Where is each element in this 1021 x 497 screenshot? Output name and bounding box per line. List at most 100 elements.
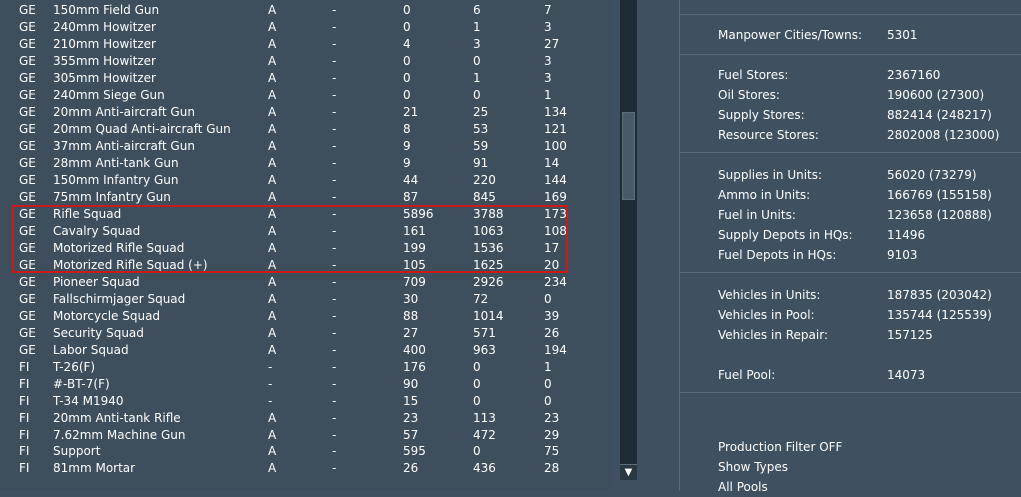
- nation-cell: GE: [19, 240, 36, 255]
- dash-cell: -: [332, 325, 337, 340]
- count-cell-1: 8: [403, 121, 411, 136]
- nation-cell: GE: [19, 87, 36, 102]
- vehicles-in-pool-label: Vehicles in Pool:: [718, 308, 815, 322]
- status-cell: A: [268, 138, 277, 153]
- table-row[interactable]: GE 305mm Howitzer A - 0 1 3: [0, 70, 612, 87]
- dash-cell: -: [332, 172, 337, 187]
- table-row[interactable]: GE Fallschirmjager Squad A - 30 72 0: [0, 291, 612, 308]
- count-cell-2: 3788: [473, 206, 504, 221]
- table-row[interactable]: GE 20mm Anti-aircraft Gun A - 21 25 134: [0, 104, 612, 121]
- count-cell-1: 9: [403, 138, 411, 153]
- table-row[interactable]: GE 210mm Howitzer A - 4 3 27: [0, 36, 612, 53]
- table-row[interactable]: GE 240mm Howitzer A - 0 1 3: [0, 19, 612, 36]
- table-row[interactable]: GE 150mm Infantry Gun A - 44 220 144: [0, 172, 612, 189]
- table-row[interactable]: GE 37mm Anti-aircraft Gun A - 9 59 100: [0, 138, 612, 155]
- status-cell: A: [268, 410, 277, 425]
- count-cell-2: 1014: [473, 308, 504, 323]
- table-row[interactable]: GE 75mm Infantry Gun A - 87 845 169: [0, 189, 612, 206]
- count-cell-3: 3: [544, 53, 552, 68]
- table-row[interactable]: GE 20mm Quad Anti-aircraft Gun A - 8 53 121: [0, 121, 612, 138]
- count-cell-3: 75: [544, 444, 560, 459]
- count-cell-2: 0: [473, 359, 481, 374]
- name-cell: Pioneer Squad: [53, 274, 140, 289]
- name-cell: 20mm Quad Anti-aircraft Gun: [53, 121, 231, 136]
- table-row[interactable]: FI 81mm Mortar A - 26 436 28: [0, 460, 612, 477]
- count-cell-3: 0: [544, 376, 552, 391]
- table-row[interactable]: FI T-26(F) - - 176 0 1: [0, 359, 612, 376]
- count-cell-2: 1625: [473, 257, 504, 272]
- nation-cell: FI: [19, 444, 30, 459]
- table-row[interactable]: GE 28mm Anti-tank Gun A - 9 91 14: [0, 155, 612, 172]
- table-row[interactable]: GE 150mm Field Gun A - 0 6 7: [0, 2, 612, 19]
- status-cell: A: [268, 87, 277, 102]
- nation-cell: GE: [19, 308, 36, 323]
- status-cell: A: [268, 3, 277, 17]
- table-row[interactable]: GE Motorized Rifle Squad (+) A - 105 1625 20: [0, 257, 612, 274]
- count-cell-2: 25: [473, 104, 489, 119]
- show-types-toggle[interactable]: Show Types: [718, 457, 788, 477]
- table-row[interactable]: FI Support A - 595 0 75: [0, 443, 612, 460]
- dash-cell: -: [332, 223, 337, 238]
- manpower-section: Manpower Cities/Towns: 5301: [680, 14, 1021, 55]
- resource-stores-value: 2802008 (123000): [887, 128, 1000, 142]
- name-cell: Cavalry Squad: [53, 223, 141, 238]
- table-row[interactable]: GE Motorized Rifle Squad A - 199 1536 17: [0, 240, 612, 257]
- count-cell-1: 88: [403, 308, 419, 323]
- count-cell-1: 0: [403, 87, 411, 102]
- status-cell: A: [268, 104, 277, 119]
- count-cell-1: 0: [403, 3, 411, 17]
- name-cell: Motorized Rifle Squad: [53, 240, 185, 255]
- table-row[interactable]: GE Rifle Squad A - 5896 3788 173: [0, 206, 612, 223]
- scroll-down-arrow-icon[interactable]: ▼: [620, 464, 637, 480]
- table-row[interactable]: GE Pioneer Squad A - 709 2926 234: [0, 274, 612, 291]
- scrollbar-thumb[interactable]: [622, 112, 635, 200]
- name-cell: 81mm Mortar: [53, 461, 136, 476]
- name-cell: 240mm Siege Gun: [53, 87, 165, 102]
- supply-stores-label: Supply Stores:: [718, 108, 805, 122]
- dash-cell: -: [332, 444, 337, 459]
- count-cell-1: 199: [403, 240, 426, 255]
- table-row[interactable]: GE Motorcycle Squad A - 88 1014 39: [0, 308, 612, 325]
- count-cell-1: 4: [403, 36, 411, 51]
- production-filter-toggle[interactable]: Production Filter OFF: [718, 437, 842, 457]
- name-cell: T-26(F): [53, 359, 96, 374]
- nation-cell: GE: [19, 325, 36, 340]
- table-row[interactable]: GE Security Squad A - 27 571 26: [0, 325, 612, 342]
- name-cell: 355mm Howitzer: [53, 53, 156, 68]
- name-cell: Security Squad: [53, 325, 144, 340]
- dash-cell: -: [332, 410, 337, 425]
- vehicles-in-pool-value: 135744 (125539): [887, 308, 992, 322]
- status-cell: -: [268, 393, 273, 408]
- vertical-scrollbar[interactable]: ▼: [620, 0, 637, 480]
- table-row[interactable]: FI 20mm Anti-tank Rifle A - 23 113 23: [0, 410, 612, 427]
- fuel-in-units-label: Fuel in Units:: [718, 208, 796, 222]
- status-cell: A: [268, 342, 277, 357]
- count-cell-1: 44: [403, 172, 419, 187]
- table-row[interactable]: GE 240mm Siege Gun A - 0 0 1: [0, 87, 612, 104]
- count-cell-2: 963: [473, 342, 496, 357]
- table-row[interactable]: FI #-BT-7(F) - - 90 0 0: [0, 376, 612, 393]
- table-row[interactable]: GE Labor Squad A - 400 963 194: [0, 342, 612, 359]
- table-row[interactable]: GE Cavalry Squad A - 161 1063 108: [0, 223, 612, 240]
- supplies-in-units-value: 56020 (73279): [887, 168, 977, 182]
- dash-cell: -: [332, 206, 337, 221]
- status-cell: A: [268, 121, 277, 136]
- table-row[interactable]: GE 355mm Howitzer A - 0 0 3: [0, 53, 612, 70]
- count-cell-3: 134: [544, 104, 567, 119]
- table-row[interactable]: FI 7.62mm Machine Gun A - 57 472 29: [0, 427, 612, 444]
- dash-cell: -: [332, 104, 337, 119]
- table-row[interactable]: FI T-34 M1940 - - 15 0 0: [0, 393, 612, 410]
- nation-cell: GE: [19, 104, 36, 119]
- dash-cell: -: [332, 393, 337, 408]
- dash-cell: -: [332, 155, 337, 170]
- ammo-in-units-value: 166769 (155158): [887, 188, 992, 202]
- resource-stores-label: Resource Stores:: [718, 128, 819, 142]
- name-cell: 305mm Howitzer: [53, 70, 156, 85]
- dash-cell: -: [332, 342, 337, 357]
- all-pools-toggle[interactable]: All Pools: [718, 477, 768, 497]
- count-cell-2: 53: [473, 121, 489, 136]
- dash-cell: -: [332, 461, 337, 476]
- count-cell-2: 0: [473, 393, 481, 408]
- status-cell: A: [268, 325, 277, 340]
- count-cell-2: 113: [473, 410, 496, 425]
